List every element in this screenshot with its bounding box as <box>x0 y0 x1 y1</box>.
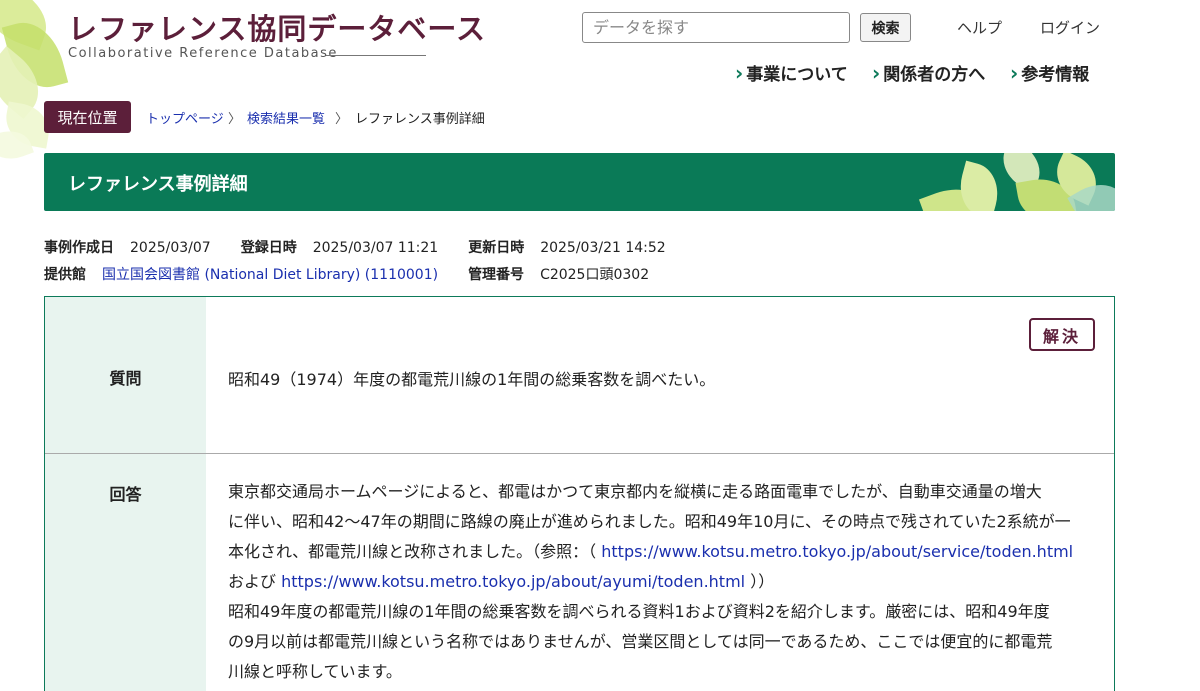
breadcrumb-separator-icon: 〉 <box>228 112 242 127</box>
nav-item-label: 事業について <box>746 65 848 85</box>
nav-item-label: 参考情報 <box>1021 65 1090 85</box>
chevron-right-icon: › <box>1010 60 1019 85</box>
breadcrumb-separator-icon: 〉 <box>335 112 349 127</box>
answer-text: 東京都交通局ホームページによると、都電はかつて東京都内を縦横に走る路面電車でした… <box>228 477 1098 687</box>
created-date-value: 2025/03/07 <box>130 240 211 256</box>
page-title-banner: レファレンス事例詳細 <box>44 153 1115 211</box>
row-divider <box>45 453 1114 454</box>
breadcrumb-search-results[interactable]: 検索結果一覧 <box>247 108 325 127</box>
reference-record-panel: 質問 昭和49（1974）年度の都電荒川線の1年間の総乗客数を調べたい。 解決 … <box>44 296 1115 691</box>
registered-value: 2025/03/07 11:21 <box>312 240 439 256</box>
toden-history-link[interactable]: https://www.kotsu.metro.tokyo.jp/about/a… <box>281 572 745 591</box>
answer-line: に伴い、昭和42～47年の期間に路線の廃止が進められました。昭和49年10月に、… <box>228 512 1071 531</box>
updated-value: 2025/03/21 14:52 <box>540 240 666 256</box>
control-number-value: C2025口頭0302 <box>540 267 650 283</box>
nav-item-label: 関係者の方へ <box>883 65 986 85</box>
status-badge: 解決 <box>1029 318 1095 351</box>
library-link[interactable]: 国立国会図書館 (National Diet Library) (1110001… <box>102 267 438 283</box>
toden-service-link[interactable]: https://www.kotsu.metro.tokyo.jp/about/s… <box>601 542 1073 561</box>
question-label: 質問 <box>109 369 142 388</box>
breadcrumb-current: レファレンス事例詳細 <box>355 112 485 127</box>
help-link[interactable]: ヘルプ <box>957 17 1002 38</box>
search-input[interactable] <box>582 12 850 43</box>
site-logo-subtitle: Collaborative Reference Database <box>68 46 338 61</box>
nav-item-stakeholders[interactable]: › 関係者の方へ <box>872 60 986 86</box>
answer-line: の9月以前は都電荒川線という名称ではありませんが、営業区間としては同一であるため… <box>228 632 1053 651</box>
current-location-badge: 現在位置 <box>44 101 131 133</box>
chevron-right-icon: › <box>872 60 881 85</box>
breadcrumb-top[interactable]: トップページ <box>146 108 224 127</box>
answer-line-text: および <box>228 572 282 591</box>
chevron-right-icon: › <box>735 60 744 85</box>
answer-label: 回答 <box>109 485 142 504</box>
created-date-label: 事例作成日 <box>44 240 114 256</box>
library-label: 提供館 <box>44 267 86 283</box>
answer-line: 川線と呼称しています。 <box>228 662 402 681</box>
site-logo-title[interactable]: レファレンス協同データベース <box>68 6 486 48</box>
page-title: レファレンス事例詳細 <box>68 174 248 195</box>
meta-row-library: 提供館 国立国会図書館 (National Diet Library) (1110… <box>44 264 649 284</box>
answer-line-text: 本化され、都電荒川線と改称されました。（参照：（ <box>228 542 602 561</box>
nav-item-about[interactable]: › 事業について <box>735 60 848 86</box>
updated-label: 更新日時 <box>468 240 525 256</box>
answer-line: 本化され、都電荒川線と改称されました。（参照：（ https://www.kot… <box>228 537 1098 567</box>
login-link[interactable]: ログイン <box>1040 17 1100 38</box>
nav-item-reference-info[interactable]: › 参考情報 <box>1010 60 1090 86</box>
search-button[interactable]: 検索 <box>860 13 911 42</box>
answer-line-text: ）） <box>745 572 775 591</box>
answer-line: 東京都交通局ホームページによると、都電はかつて東京都内を縦横に走る路面電車でした… <box>228 482 1042 501</box>
control-number-label: 管理番号 <box>468 267 525 283</box>
answer-line: および https://www.kotsu.metro.tokyo.jp/abo… <box>228 567 1098 597</box>
answer-line: 昭和49年度の都電荒川線の1年間の総乗客数を調べられる資料1および資料2を紹介し… <box>228 602 1050 621</box>
question-text: 昭和49（1974）年度の都電荒川線の1年間の総乗客数を調べたい。 <box>228 370 716 389</box>
registered-label: 登録日時 <box>240 240 297 256</box>
meta-row-dates: 事例作成日 2025/03/07 登録日時 2025/03/07 11:21 更新日時 2… <box>44 237 666 257</box>
logo-underline <box>326 55 426 56</box>
